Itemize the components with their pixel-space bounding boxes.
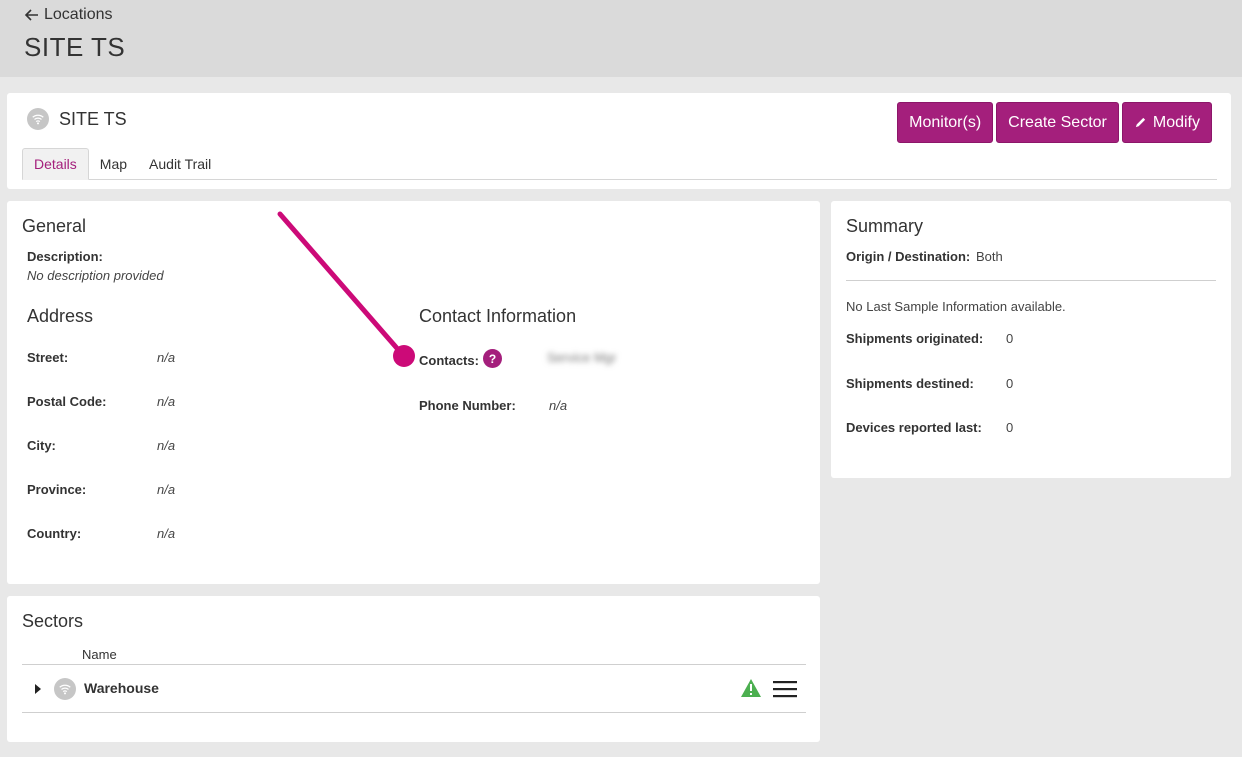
- contacts-value: Service Mgr: [547, 350, 617, 365]
- shipments-originated-value: 0: [1006, 331, 1014, 346]
- country-label: Country:: [27, 526, 82, 541]
- table-header-divider: [22, 664, 806, 665]
- country-value: n/a: [157, 526, 176, 541]
- site-name: SITE TS: [59, 108, 127, 129]
- back-link-label: Locations: [44, 6, 113, 23]
- summary-divider: [846, 280, 1216, 281]
- postal-code-label: Postal Code:: [27, 394, 107, 409]
- postal-code-value: n/a: [157, 394, 176, 409]
- page-title: SITE TS: [24, 32, 126, 62]
- origin-value: Both: [976, 249, 1003, 264]
- contacts-label: Contacts:: [419, 353, 479, 368]
- table-row-divider: [22, 712, 806, 713]
- caret-right-icon[interactable]: [35, 684, 41, 694]
- sectors-title: Sectors: [22, 611, 84, 631]
- pencil-icon: [1135, 117, 1146, 128]
- arrow-left-icon: [24, 9, 38, 21]
- modify-button-label: Modify: [1152, 113, 1200, 131]
- question-icon[interactable]: ?: [483, 349, 502, 368]
- description-label: Description:: [27, 249, 103, 264]
- summary-card: Summary Origin / Destination: Both No La…: [831, 201, 1231, 478]
- warning-triangle-icon: [741, 679, 761, 697]
- phone-label: Phone Number:: [419, 398, 516, 413]
- shipments-destined-value: 0: [1006, 376, 1014, 391]
- site-heading: SITE TS: [27, 108, 127, 130]
- back-link[interactable]: Locations: [24, 6, 113, 24]
- wifi-icon: [27, 108, 49, 130]
- summary-title: Summary: [846, 216, 924, 236]
- action-buttons: Monitor(s) Create Sector Modify: [897, 102, 1212, 143]
- street-label: Street:: [27, 350, 69, 365]
- street-value: n/a: [157, 350, 176, 365]
- general-card: General Description: No description prov…: [7, 201, 820, 584]
- tab-details[interactable]: Details: [22, 148, 89, 180]
- devices-reported-value: 0: [1006, 420, 1014, 435]
- monitors-button-label: Monitor(s): [909, 113, 982, 131]
- address-title: Address: [27, 306, 94, 326]
- monitors-button[interactable]: Monitor(s): [897, 102, 994, 143]
- shipments-originated-label: Shipments originated:: [846, 331, 984, 346]
- modify-button[interactable]: Modify: [1121, 102, 1212, 143]
- tab-audit-trail[interactable]: Audit Trail: [138, 148, 222, 180]
- hamburger-menu-icon[interactable]: [773, 680, 797, 698]
- create-sector-button[interactable]: Create Sector: [996, 102, 1119, 143]
- province-label: Province:: [27, 482, 87, 497]
- devices-reported-label: Devices reported last:: [846, 420, 982, 435]
- tab-bar: Details Map Audit Trail: [22, 148, 1217, 180]
- top-bar: Locations SITE TS: [0, 0, 1242, 77]
- site-header-card: SITE TS Monitor(s) Create Sector Modify …: [7, 93, 1231, 189]
- description-value: No description provided: [27, 268, 164, 283]
- general-title: General: [22, 216, 87, 236]
- phone-value: n/a: [549, 398, 568, 413]
- sectors-card: Sectors Name Warehouse: [7, 596, 820, 742]
- province-value: n/a: [157, 482, 176, 497]
- no-sample-text: No Last Sample Information available.: [846, 299, 1066, 314]
- wifi-icon: [54, 678, 76, 700]
- create-sector-button-label: Create Sector: [1008, 113, 1107, 131]
- shipments-destined-label: Shipments destined:: [846, 376, 974, 391]
- sector-name[interactable]: Warehouse: [84, 680, 159, 696]
- city-label: City:: [27, 438, 56, 453]
- tab-map[interactable]: Map: [89, 148, 138, 180]
- column-header-name: Name: [82, 647, 117, 662]
- origin-label: Origin / Destination:: [846, 249, 971, 264]
- contact-title: Contact Information: [419, 306, 577, 326]
- city-value: n/a: [157, 438, 176, 453]
